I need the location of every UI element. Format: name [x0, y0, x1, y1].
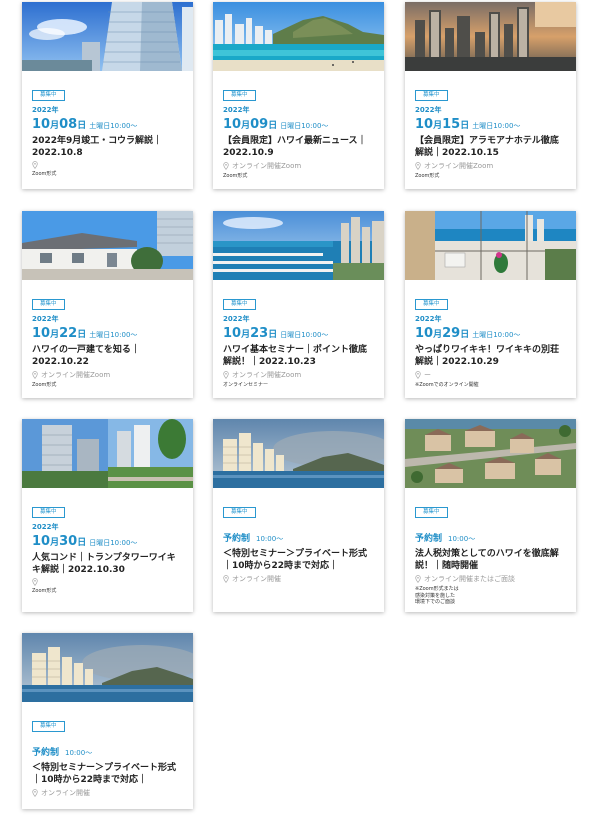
- event-place: オンライン開催Zoom: [232, 371, 302, 379]
- event-place: ー: [424, 371, 431, 379]
- event-time: 土曜日10:00〜: [472, 331, 521, 339]
- status-badge: 募集中: [415, 507, 448, 518]
- event-year: 2022年: [415, 106, 442, 114]
- card-image-aerial-homes: [405, 419, 576, 488]
- card-image-tower-collage: [22, 419, 193, 488]
- card-image-city-dusk: [405, 2, 576, 71]
- event-title[interactable]: 【会員限定】アラモアナホテル徹底解説｜2022.10.15: [415, 135, 567, 159]
- event-title[interactable]: ＜特別セミナー＞プライベート形式｜10時から22時まで対応｜: [32, 762, 184, 786]
- event-place: オンライン開催Zoom: [424, 162, 494, 170]
- location-pin-icon: [32, 161, 38, 169]
- seminar-card[interactable]: 募集中 2022年 10月22日 土曜日10:00〜 ハワイの一戸建てを知る｜20…: [22, 211, 193, 398]
- event-format: Zoom形式: [223, 173, 248, 179]
- event-year: 2022年: [223, 315, 250, 323]
- event-place: オンライン開催Zoom: [232, 162, 302, 170]
- event-title[interactable]: 法人税対策としてのハワイを徹底解説！｜随時開催: [415, 548, 567, 572]
- event-format: Zoom形式: [415, 173, 440, 179]
- event-year: 2022年: [223, 106, 250, 114]
- location-pin-icon: [415, 371, 421, 379]
- status-badge: 募集中: [415, 90, 448, 101]
- seminar-card[interactable]: 募集中 2022年 10月30日 日曜日10:00〜 人気コンド｜トランプタワーワ…: [22, 419, 193, 612]
- event-date: 10月30日: [32, 534, 87, 549]
- card-image-waikiki-skyline: [213, 419, 384, 488]
- location-pin-icon: [223, 162, 229, 170]
- seminar-card[interactable]: 募集中 2022年 10月23日 日曜日10:00〜 ハワイ基本セミナー｜ポイント…: [213, 211, 384, 398]
- event-date: 10月08日: [32, 117, 87, 132]
- location-pin-icon: [32, 371, 38, 379]
- seminar-card[interactable]: 募集中 2022年 10月09日 日曜日10:00〜 【会員限定】ハワイ最新ニュー…: [213, 2, 384, 189]
- reservation-label: 予約制: [32, 748, 60, 758]
- event-year: 2022年: [32, 315, 59, 323]
- event-title[interactable]: 人気コンド｜トランプタワーワイキキ解説｜2022.10.30: [32, 552, 184, 576]
- seminar-card[interactable]: 募集中 予約制 10:00〜 ＜特別セミナー＞プライベート形式｜10時から22時ま…: [213, 419, 384, 612]
- event-year: 2022年: [32, 106, 59, 114]
- event-year: 2022年: [32, 523, 59, 531]
- event-place: オンライン開催またはご面談: [424, 575, 515, 583]
- event-time: 日曜日10:00〜: [280, 122, 329, 130]
- location-pin-icon: [223, 575, 229, 583]
- card-image-house: [22, 211, 193, 280]
- event-title[interactable]: ＜特別セミナー＞プライベート形式｜10時から22時まで対応｜: [223, 548, 375, 572]
- event-format: Zoom形式: [32, 171, 57, 177]
- event-time: 10:00〜: [448, 535, 476, 543]
- status-badge: 募集中: [223, 299, 256, 310]
- event-date: 10月22日: [32, 326, 87, 341]
- event-time: 土曜日10:00〜: [472, 122, 521, 130]
- event-title[interactable]: ハワイ基本セミナー｜ポイント徹底解説！｜2022.10.23: [223, 344, 375, 368]
- event-format: Zoom形式: [32, 588, 57, 594]
- location-pin-icon: [223, 371, 229, 379]
- event-time: 日曜日10:00〜: [280, 331, 329, 339]
- event-format: Zoom形式: [32, 382, 57, 388]
- event-place: オンライン開催Zoom: [41, 371, 111, 379]
- seminar-card[interactable]: 募集中 2022年 10月15日 土曜日10:00〜 【会員限定】アラモアナホテル…: [405, 2, 576, 189]
- status-badge: 募集中: [32, 721, 65, 732]
- location-pin-icon: [415, 162, 421, 170]
- status-badge: 募集中: [32, 507, 65, 518]
- reservation-label: 予約制: [415, 534, 443, 544]
- event-time: 土曜日10:00〜: [89, 331, 138, 339]
- event-place: オンライン開催: [232, 575, 281, 583]
- event-title[interactable]: ハワイの一戸建てを知る｜2022.10.22: [32, 344, 184, 368]
- seminar-card[interactable]: 募集中 2022年 10月08日 土曜日10:00〜 2022年9月竣工・コウラ解…: [22, 2, 193, 189]
- event-time: 土曜日10:00〜: [89, 122, 138, 130]
- event-title[interactable]: 【会員限定】ハワイ最新ニュース｜2022.10.9: [223, 135, 375, 159]
- card-image-diamond-head-beach: [213, 2, 384, 71]
- seminar-card[interactable]: 募集中 2022年 10月29日 土曜日10:00〜 やっぱりワイキキ！ワイキキの…: [405, 211, 576, 398]
- status-badge: 募集中: [223, 507, 256, 518]
- card-image-harbor: [213, 211, 384, 280]
- status-badge: 募集中: [32, 299, 65, 310]
- event-date: 10月09日: [223, 117, 278, 132]
- event-date: 10月29日: [415, 326, 470, 341]
- event-date: 10月23日: [223, 326, 278, 341]
- event-year: 2022年: [415, 315, 442, 323]
- event-time: 日曜日10:00〜: [89, 539, 138, 547]
- card-image-waikiki-skyline: [22, 633, 193, 702]
- location-pin-icon: [32, 789, 38, 797]
- status-badge: 募集中: [223, 90, 256, 101]
- card-image-lanai-view: [405, 211, 576, 280]
- status-badge: 募集中: [415, 299, 448, 310]
- event-date: 10月15日: [415, 117, 470, 132]
- location-pin-icon: [32, 578, 38, 586]
- seminar-card[interactable]: 募集中 予約制 10:00〜 法人税対策としてのハワイを徹底解説！｜随時開催 オン…: [405, 419, 576, 612]
- seminar-card[interactable]: 募集中 予約制 10:00〜 ＜特別セミナー＞プライベート形式｜10時から22時ま…: [22, 633, 193, 809]
- event-format: オンラインセミナー: [223, 382, 269, 388]
- event-format: ※Zoom形式または 感染対策を施した 環境下でのご面談: [415, 586, 459, 605]
- event-format: ※Zoomでのオンライン開催: [415, 382, 479, 388]
- location-pin-icon: [415, 575, 421, 583]
- event-time: 10:00〜: [256, 535, 284, 543]
- card-image-skyscraper: [22, 2, 193, 71]
- event-title[interactable]: 2022年9月竣工・コウラ解説｜2022.10.8: [32, 135, 184, 159]
- status-badge: 募集中: [32, 90, 65, 101]
- event-title[interactable]: やっぱりワイキキ！ワイキキの別荘解説｜2022.10.29: [415, 344, 567, 368]
- reservation-label: 予約制: [223, 534, 251, 544]
- event-time: 10:00〜: [65, 749, 93, 757]
- event-place: オンライン開催: [41, 789, 90, 797]
